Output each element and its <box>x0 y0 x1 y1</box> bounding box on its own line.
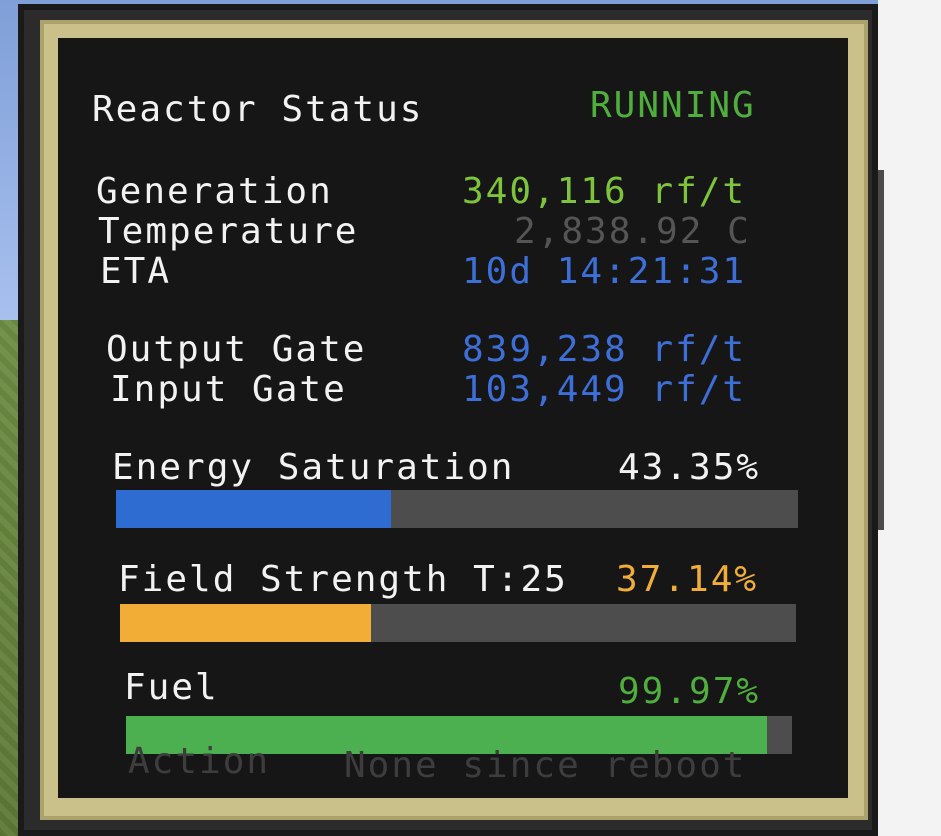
reactor-screen[interactable]: Reactor Status RUNNING Generation 340,11… <box>58 38 848 798</box>
eta-label: ETA <box>100 251 172 292</box>
field-strength-label: Field Strength T:25 <box>118 559 568 600</box>
reactor-running-status: RUNNING <box>590 85 756 126</box>
background-wall <box>878 0 941 836</box>
energy-saturation-label: Energy Saturation <box>112 447 515 488</box>
action-label: Action <box>128 741 271 782</box>
background-block <box>878 170 884 530</box>
input-gate-label: Input Gate <box>110 369 347 410</box>
input-gate-value: 103,449 rf/t <box>462 369 747 410</box>
reactor-status-title: Reactor Status <box>92 89 424 130</box>
output-gate-value: 839,238 rf/t <box>462 329 747 370</box>
field-strength-value: 37.14% <box>616 559 759 600</box>
energy-saturation-bar <box>116 490 798 528</box>
temperature-value: 2,838.92 C <box>514 211 751 252</box>
fuel-label: Fuel <box>124 667 219 708</box>
energy-saturation-value: 43.35% <box>618 447 761 488</box>
energy-saturation-fill <box>116 490 392 528</box>
action-value: None since reboot <box>344 745 747 786</box>
eta-value: 10d 14:21:31 <box>462 251 747 292</box>
fuel-value: 99.97% <box>618 671 761 712</box>
field-strength-bar <box>120 604 796 642</box>
output-gate-label: Output Gate <box>106 329 367 370</box>
generation-value: 340,116 rf/t <box>462 171 747 212</box>
generation-label: Generation <box>96 171 333 212</box>
field-strength-fill <box>120 604 372 642</box>
temperature-label: Temperature <box>98 211 359 252</box>
